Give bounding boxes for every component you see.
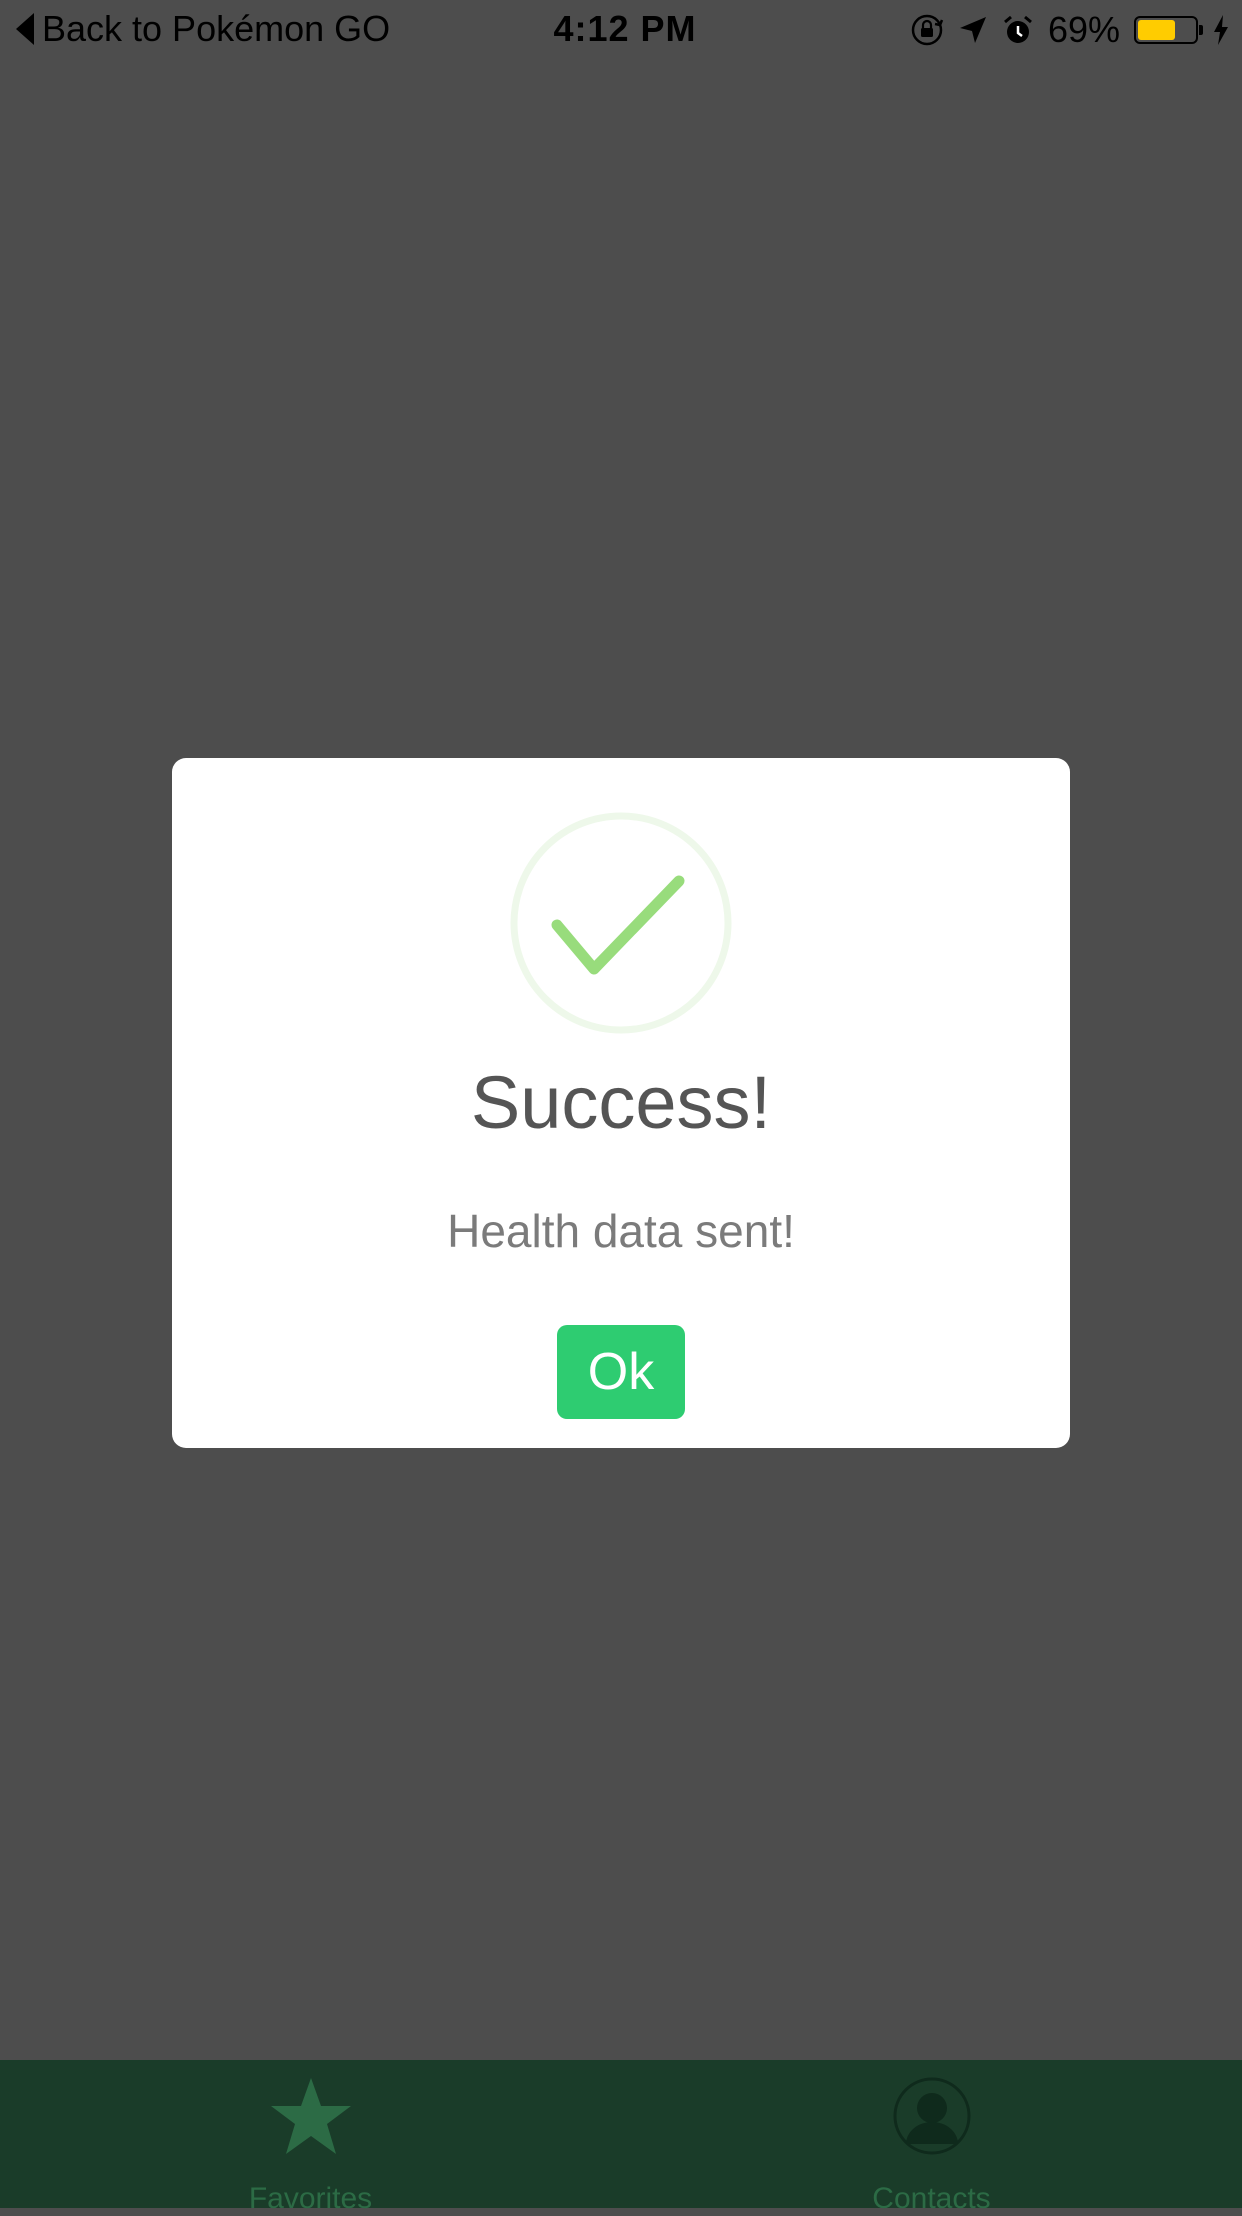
checkmark-circle-icon — [509, 811, 733, 1035]
tab-favorites[interactable]: Favorites — [0, 2060, 621, 2215]
ok-button[interactable]: Ok — [557, 1325, 685, 1419]
tab-label-favorites: Favorites — [248, 2182, 373, 2215]
status-indicators: 69% — [910, 8, 1230, 52]
dialog-title: Success! — [470, 1061, 772, 1144]
status-bar: Back to Pokémon GO 4:12 PM 69% — [0, 0, 1242, 60]
orientation-lock-icon — [910, 13, 944, 47]
tab-contacts[interactable]: Contacts — [621, 2060, 1242, 2215]
tab-bar: Favorites Contacts — [0, 2060, 1242, 2215]
tab-label-contacts: Contacts — [872, 2182, 991, 2215]
contact-silhouette-icon — [892, 2076, 972, 2161]
success-dialog: Success! Health data sent! Ok — [172, 758, 1070, 1448]
star-icon — [269, 2076, 353, 2161]
battery-level-fill — [1138, 20, 1176, 40]
dialog-message: Health data sent! — [447, 1205, 795, 1257]
battery-icon — [1134, 16, 1203, 44]
location-arrow-icon — [958, 15, 988, 45]
battery-percent: 69% — [1047, 9, 1120, 50]
charging-bolt-icon — [1212, 14, 1230, 46]
alarm-icon — [1002, 14, 1034, 46]
